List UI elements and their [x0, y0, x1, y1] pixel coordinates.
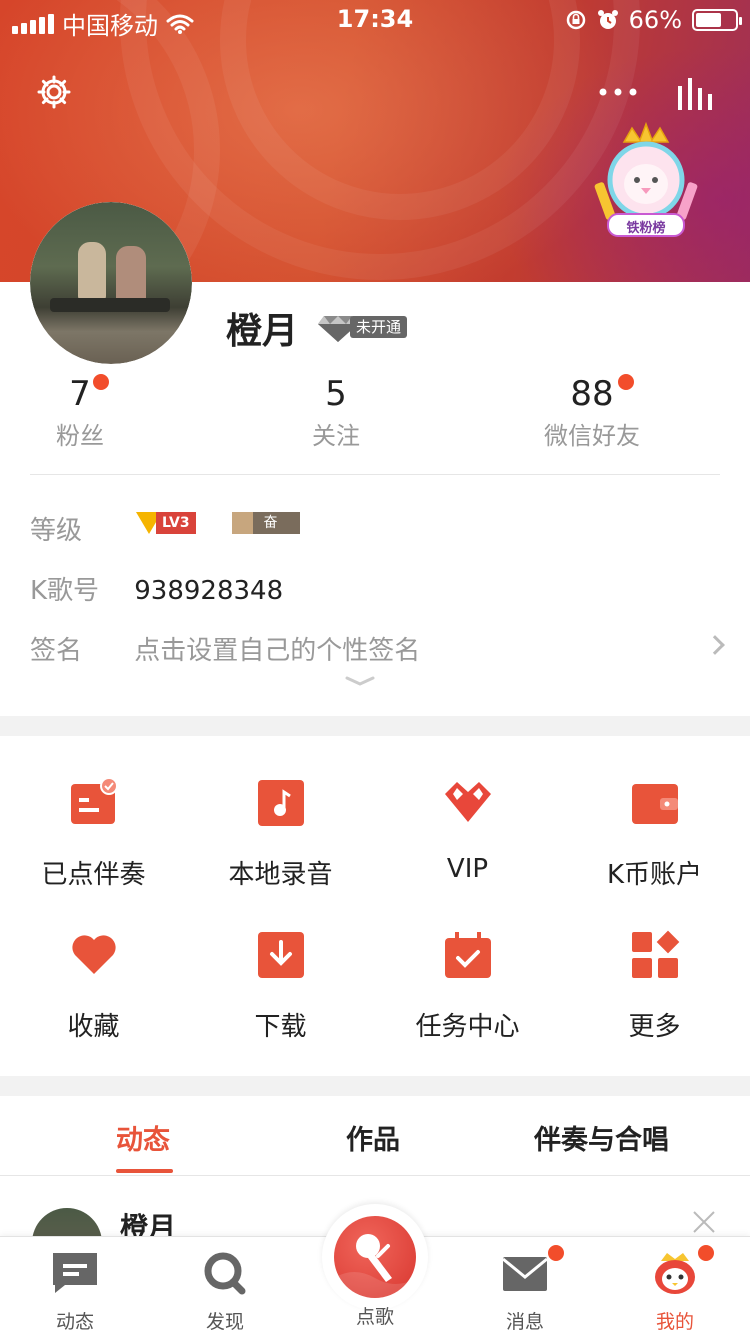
red-dot: [615, 372, 636, 392]
more-dots-icon[interactable]: [598, 86, 638, 98]
level-status-badge: 奋斗中: [232, 512, 300, 571]
stat-wechat-friends[interactable]: 88 微信好友: [502, 372, 682, 451]
kid-label: K歌号: [30, 576, 100, 606]
mascot-icon: [655, 1253, 695, 1294]
grid-item-download[interactable]: 下载: [187, 930, 374, 1043]
equalizer-icon[interactable]: [676, 76, 716, 110]
tabbar-item-me[interactable]: 我的: [600, 1243, 750, 1334]
chat-icon: [53, 1253, 97, 1293]
level-row[interactable]: 等级 LV3 奋斗中: [30, 510, 300, 571]
stat-label: 微信好友: [544, 422, 640, 450]
content-tabs: 动态 作品 伴奏与合唱: [0, 1096, 750, 1176]
wallet-icon: [631, 784, 678, 824]
grid-item-favorites[interactable]: 收藏: [0, 930, 187, 1043]
grid-item-ordered[interactable]: 已点伴奏: [0, 777, 187, 891]
sing-button[interactable]: [322, 1204, 428, 1310]
grid-label: 下载: [254, 1012, 307, 1042]
stat-label: 粉丝: [56, 422, 104, 450]
tabbar-item-messages[interactable]: 消息: [450, 1243, 600, 1334]
signature-row[interactable]: 签名 点击设置自己的个性签名: [30, 630, 720, 667]
red-dot: [546, 1243, 566, 1263]
search-icon: [204, 1252, 246, 1295]
grid-item-vip[interactable]: VIP: [374, 778, 561, 884]
battery-icon: [692, 9, 742, 31]
tabbar-label: 消息: [505, 1311, 544, 1333]
level-status-text: 奋斗中: [253, 512, 300, 571]
settings-gear-icon[interactable]: [36, 74, 72, 110]
tabbar-item-feed[interactable]: 动态: [0, 1251, 150, 1334]
tab-underline: [116, 1169, 173, 1173]
tab-works[interactable]: 作品: [346, 1118, 400, 1157]
stat-following[interactable]: 5 关注: [246, 374, 426, 451]
grid-label: 已点伴奏: [41, 860, 146, 890]
signature-label: 签名: [30, 636, 83, 666]
vip-status-text: 未开通: [350, 316, 408, 338]
grid-label: 本地录音: [228, 860, 333, 890]
stat-value: 7: [69, 374, 91, 414]
grid-item-more[interactable]: 更多: [561, 930, 748, 1043]
profile-name: 橙月: [226, 311, 299, 352]
local-recording-icon: [257, 780, 304, 826]
stat-value: 88: [570, 374, 614, 414]
red-dot: [90, 372, 111, 392]
close-icon[interactable]: [692, 1210, 716, 1234]
vip-status-badge[interactable]: 未开通: [318, 312, 408, 342]
stat-label: 关注: [312, 422, 360, 450]
kid-row: K歌号 938928348: [30, 570, 283, 607]
download-icon: [257, 932, 304, 978]
level-label: 等级: [30, 516, 83, 546]
rotation-lock-icon: [566, 10, 585, 30]
grid-label: 任务中心: [415, 1012, 520, 1042]
microphone-icon: [334, 1234, 416, 1298]
calendar-check-icon: [444, 932, 491, 978]
section-gap: [0, 716, 750, 736]
feature-grid: 已点伴奏 本地录音 VIP K币账户 收藏 下载 任务中心 更多: [0, 736, 750, 1076]
grid-label: K币账户: [606, 860, 703, 890]
grid-item-kcoin[interactable]: K币账户: [561, 778, 748, 891]
tab-feed[interactable]: 动态: [116, 1118, 170, 1157]
signature-hint: 点击设置自己的个性签名: [134, 636, 421, 666]
level-badge: LV3: [136, 512, 196, 534]
alarm-icon: [597, 10, 618, 29]
status-bar: 中国移动 17:34 66%: [0, 0, 750, 40]
battery-percent: 66%: [628, 6, 682, 34]
divider: [30, 474, 720, 475]
heart-icon: [71, 935, 116, 974]
tabbar-label: 发现: [205, 1311, 244, 1333]
grid-item-task-center[interactable]: 任务中心: [374, 930, 561, 1043]
fan-badge-label: 铁粉榜: [626, 221, 666, 236]
more-grid-icon: [631, 930, 679, 978]
stat-fans[interactable]: 7 粉丝: [0, 372, 170, 451]
section-gap: [0, 1076, 750, 1096]
level-badge-text: LV3: [156, 512, 196, 534]
stats-row: 7 粉丝 5 关注 88 微信好友: [0, 372, 750, 474]
grid-label: 收藏: [67, 1012, 120, 1042]
tabbar-item-discover[interactable]: 发现: [150, 1251, 300, 1334]
sing-label: 点歌: [355, 1306, 394, 1328]
kid-value: 938928348: [134, 576, 284, 606]
avatar[interactable]: [30, 202, 192, 364]
red-dot: [696, 1243, 716, 1263]
grid-item-local-recording[interactable]: 本地录音: [187, 778, 374, 891]
grid-label: VIP: [446, 854, 489, 884]
grid-label: 更多: [628, 1012, 681, 1042]
tab-accompaniment-chorus[interactable]: 伴奏与合唱: [534, 1118, 669, 1157]
ordered-accompaniment-icon: [70, 777, 118, 824]
box-icon: [232, 512, 254, 534]
fan-ranking-badge[interactable]: 铁粉榜: [594, 121, 698, 238]
mail-icon: [502, 1257, 548, 1291]
vip-diamond-icon: [444, 782, 491, 822]
tabbar-label: 我的: [655, 1311, 694, 1333]
tabbar-label: 动态: [55, 1311, 94, 1333]
stat-value: 5: [325, 374, 347, 414]
chevron-down-icon[interactable]: [345, 676, 375, 686]
